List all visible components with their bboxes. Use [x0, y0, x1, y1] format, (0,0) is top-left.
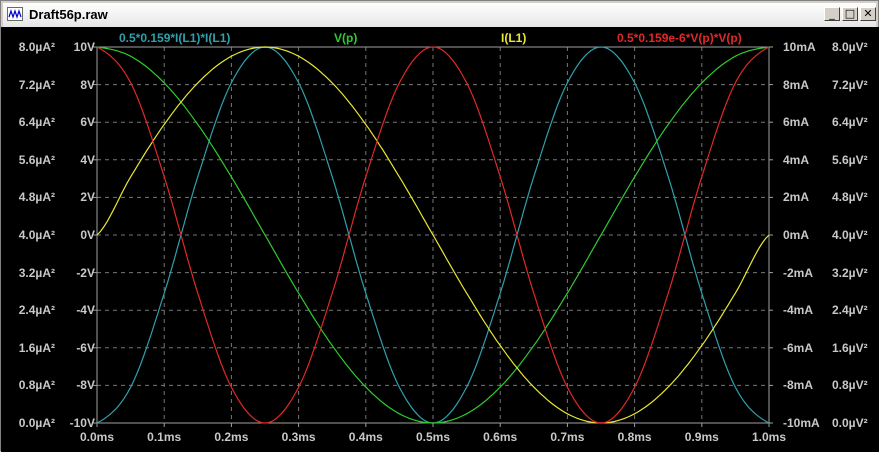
x-tick-label: 0.1ms: [147, 430, 182, 444]
y-tick-left-outer: 4.8µA²: [18, 190, 55, 205]
window-titlebar[interactable]: Draft56p.raw _ □ ✕: [3, 3, 876, 28]
y-tick-left-outer: 4.0µA²: [18, 228, 55, 242]
y-tick-left-inner: 8V: [80, 77, 95, 92]
y-tick-right-outer: 2.4µV²: [832, 303, 868, 318]
y-tick-left-outer: 1.6µA²: [18, 340, 55, 355]
y-tick-left-inner: 10V: [73, 40, 95, 54]
y-tick-left-outer: 6.4µA²: [18, 115, 55, 130]
y-tick-right-inner: 0mA: [783, 228, 810, 242]
y-tick-left-inner: 4V: [80, 152, 95, 167]
x-tick-label: 0.2ms: [214, 430, 249, 444]
y-tick-right-inner: 8mA: [783, 77, 810, 92]
x-tick-label: 1.0ms: [751, 430, 787, 444]
y-tick-left-inner: -8V: [76, 378, 95, 393]
y-tick-right-outer: 3.2µV²: [832, 265, 868, 280]
y-tick-right-outer: 5.6µV²: [832, 152, 868, 167]
y-tick-left-outer: 2.4µA²: [18, 303, 55, 318]
y-tick-left-outer: 3.2µA²: [18, 265, 55, 280]
legend-voltage-p[interactable]: V(p): [334, 31, 357, 45]
y-tick-right-inner: -8mA: [783, 378, 814, 393]
y-tick-right-outer: 7.2µV²: [832, 77, 868, 92]
y-tick-right-inner: 6mA: [783, 115, 810, 130]
y-tick-right-inner: 4mA: [783, 152, 810, 167]
y-tick-left-outer: 7.2µA²: [18, 77, 55, 92]
y-tick-left-inner: -4V: [76, 303, 95, 318]
x-tick-label: 0.4ms: [348, 430, 383, 444]
y-tick-right-inner: -6mA: [783, 340, 814, 355]
plot-canvas[interactable]: [1, 27, 879, 452]
waveform-window: Draft56p.raw _ □ ✕ 0.5*0.159*I(L1)*I(L1)…: [0, 0, 879, 452]
y-tick-right-inner: 10mA: [783, 40, 816, 54]
x-tick-label: 0.6ms: [483, 430, 518, 444]
maximize-button[interactable]: □: [842, 7, 858, 21]
y-tick-right-outer: 0.8µV²: [832, 378, 868, 393]
y-tick-left-inner: 6V: [80, 115, 95, 130]
y-tick-left-inner: 0V: [80, 228, 95, 242]
y-tick-left-inner: -2V: [76, 265, 95, 280]
x-tick-label: 0.3ms: [281, 430, 316, 444]
legend-current-l1[interactable]: I(L1): [501, 31, 526, 45]
y-tick-right-outer: 4.0µV²: [832, 228, 868, 242]
y-tick-right-inner: -4mA: [783, 303, 814, 318]
legend-energy-inductor[interactable]: 0.5*0.159*I(L1)*I(L1): [119, 31, 230, 45]
y-tick-left-inner: 2V: [80, 190, 95, 205]
y-tick-left-outer: 5.6µA²: [18, 152, 55, 167]
y-tick-left-inner: -6V: [76, 340, 95, 355]
close-button[interactable]: ✕: [860, 7, 876, 21]
legend-energy-capacitor[interactable]: 0.5*0.159e-6*V(p)*V(p): [617, 31, 742, 45]
x-tick-label: 0.8ms: [617, 430, 652, 444]
minimize-button[interactable]: _: [824, 7, 840, 21]
y-tick-right-outer: 8.0µV²: [832, 40, 868, 54]
y-tick-right-outer: 0.0µV²: [832, 416, 868, 430]
x-tick-label: 0.0ms: [79, 430, 115, 444]
y-tick-left-inner: -10V: [69, 416, 95, 430]
window-title: Draft56p.raw: [29, 7, 108, 22]
x-tick-label: 0.7ms: [550, 430, 585, 444]
y-tick-right-outer: 6.4µV²: [832, 115, 868, 130]
y-tick-left-outer: 0.8µA²: [18, 378, 55, 393]
x-tick-label: 0.5ms: [415, 430, 451, 444]
x-tick-label: 0.9ms: [684, 430, 719, 444]
y-tick-left-outer: 8.0µA²: [18, 40, 55, 54]
y-tick-right-inner: -10mA: [783, 416, 820, 430]
waveform-app-icon: [7, 7, 23, 21]
y-tick-right-outer: 4.8µV²: [832, 190, 868, 205]
y-tick-right-inner: -2mA: [783, 265, 814, 280]
y-tick-right-inner: 2mA: [783, 190, 810, 205]
y-tick-left-outer: 0.0µA²: [18, 416, 55, 430]
plot-area[interactable]: 0.5*0.159*I(L1)*I(L1) V(p) I(L1) 0.5*0.1…: [1, 27, 879, 452]
y-tick-right-outer: 1.6µV²: [832, 340, 868, 355]
